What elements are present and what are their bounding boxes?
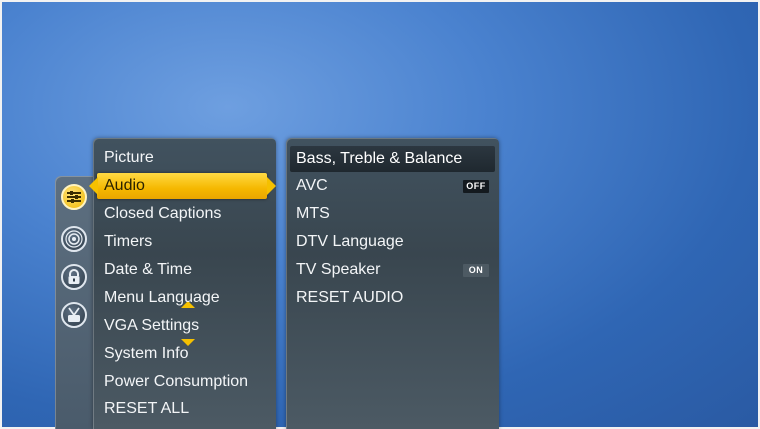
tv-speaker-status-badge: ON [463,264,489,277]
selection-right-arrow-icon [267,177,276,195]
menu-item-menu-language[interactable]: Menu Language [104,285,220,311]
tv-antenna-icon[interactable] [61,302,87,328]
avc-status-badge: OFF [463,180,489,193]
main-menu-panel: Picture Audio Closed Captions Timers Dat… [89,138,276,429]
submenu-item-avc-label: AVC [296,177,328,194]
padlock-icon[interactable] [61,264,87,290]
menu-item-closed-captions[interactable]: Closed Captions [104,201,221,227]
broadcast-antenna-icon[interactable] [61,226,87,252]
menu-item-date-time[interactable]: Date & Time [104,257,192,283]
menu-item-audio-label: Audio [104,177,145,194]
settings-sliders-icon[interactable] [61,184,87,210]
menu-category-rail [55,176,95,429]
menu-item-reset-all[interactable]: RESET ALL [104,396,189,422]
submenu-item-tv-speaker-label: TV Speaker [296,261,381,278]
menu-item-vga-settings[interactable]: VGA Settings [104,313,199,339]
submenu-item-avc[interactable]: AVC OFF [296,173,489,199]
audio-submenu-panel: Bass, Treble & Balance AVC OFF MTS DTV L… [286,138,499,429]
menu-item-system-info[interactable]: System Info [104,341,188,367]
submenu-item-tv-speaker[interactable]: TV Speaker ON [296,257,489,283]
submenu-item-reset-audio[interactable]: RESET AUDIO [296,285,403,311]
menu-item-power-consumption[interactable]: Power Consumption [104,369,248,395]
selection-left-arrow-icon [89,177,98,195]
menu-item-audio[interactable]: Audio [89,173,276,199]
submenu-item-mts[interactable]: MTS [296,201,330,227]
submenu-item-dtv-language[interactable]: DTV Language [296,229,404,255]
menu-item-timers[interactable]: Timers [104,229,152,255]
menu-item-picture[interactable]: Picture [104,145,154,171]
submenu-item-bass-treble-balance[interactable]: Bass, Treble & Balance [290,146,495,172]
